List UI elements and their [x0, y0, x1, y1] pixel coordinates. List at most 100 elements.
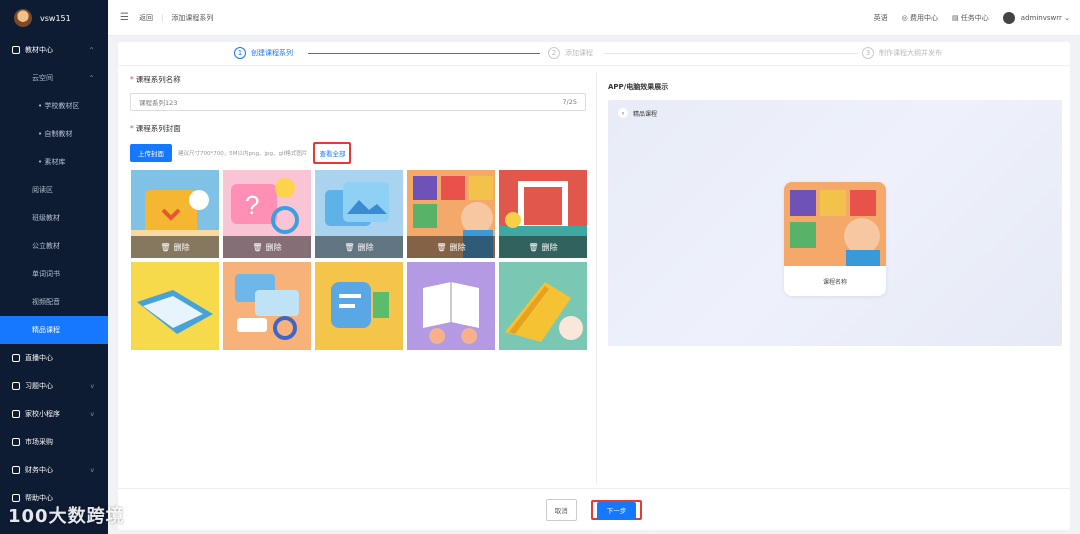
cover-option[interactable]: [315, 262, 403, 350]
step-1: 1 创建课程系列: [234, 47, 293, 59]
step-line: [308, 53, 540, 54]
delete-button[interactable]: 🗑 删除: [499, 236, 587, 258]
cart-icon: [12, 438, 20, 446]
next-button[interactable]: 下一步: [596, 501, 637, 520]
language-switch[interactable]: 英语: [874, 13, 888, 23]
series-name-input[interactable]: 课程系列123 7/25: [130, 93, 586, 111]
topbar: ☰ 返回 | 添加课程系列 英语 ◎ 费用中心 ▤ 任务中心 adminvswr…: [108, 0, 1080, 36]
fee-center-link[interactable]: ◎ 费用中心: [902, 13, 938, 23]
task-center-link[interactable]: ▤ 任务中心: [952, 13, 989, 23]
footer-actions: 取消 下一步: [118, 488, 1070, 530]
trash-icon: 🗑: [436, 242, 447, 252]
sidebar-item-dubbing[interactable]: 视频配音: [0, 288, 108, 316]
fee-icon: ◎: [901, 14, 910, 22]
main-panel: 1 创建课程系列 2 添加课程 3 制作课程大纲并发布 * 课程系列名称 课程系列123…: [118, 42, 1070, 530]
cancel-button[interactable]: 取消: [545, 498, 577, 521]
sidebar-item-public[interactable]: 公立教材: [0, 232, 108, 260]
preview-card-image: [784, 182, 886, 266]
sidebar-item-material[interactable]: • 素材库: [0, 148, 108, 176]
cover-image: [407, 262, 495, 350]
user-header[interactable]: vsw151: [0, 0, 108, 36]
preview-back: ‹ 精品课程: [618, 108, 657, 118]
chevron-down-icon: ⌄: [1064, 14, 1070, 22]
view-all-link[interactable]: 查看全部: [313, 142, 352, 164]
cover-option[interactable]: [407, 262, 495, 350]
preview-title: APP/电脑效果展示: [608, 83, 669, 91]
step-indicator: 1 创建课程系列 2 添加课程 3 制作课程大纲并发布: [118, 42, 1070, 66]
column-divider: [596, 72, 597, 484]
live-icon: [12, 354, 20, 362]
collapse-menu-icon[interactable]: ☰: [120, 12, 129, 23]
sidebar-item-market[interactable]: 市场采购: [0, 428, 108, 456]
chevron-down-icon: v: [90, 410, 94, 418]
sidebar-item-school[interactable]: • 学校教材区: [0, 92, 108, 120]
delete-button[interactable]: 🗑 删除: [131, 236, 219, 258]
task-icon: ▤: [951, 14, 961, 22]
next-highlight: 下一步: [590, 499, 643, 520]
cover-option[interactable]: ? 🗑 删除: [223, 170, 311, 258]
sidebar-item-premium[interactable]: 精品课程: [0, 316, 108, 344]
cover-option[interactable]: [223, 262, 311, 350]
step-line: [604, 53, 858, 54]
cover-label: * 课程系列封面: [130, 124, 181, 133]
chevron-down-icon: v: [90, 382, 94, 390]
name-label: * 课程系列名称: [130, 75, 181, 84]
sidebar-item-self[interactable]: • 自制教材: [0, 120, 108, 148]
breadcrumb-separator: |: [160, 13, 164, 22]
trash-icon: 🗑: [528, 242, 539, 252]
topbar-right: 英语 ◎ 费用中心 ▤ 任务中心 adminvswrr ⌄: [874, 0, 1070, 36]
exercise-icon: [12, 382, 20, 390]
sidebar-item-textbook-center[interactable]: 教材中心 ^: [0, 36, 108, 64]
sidebar-item-live[interactable]: 直播中心: [0, 344, 108, 372]
back-link[interactable]: 返回: [139, 13, 153, 23]
cover-option[interactable]: 🗑 删除: [131, 170, 219, 258]
phone-icon: [12, 410, 20, 418]
cover-image: [223, 262, 311, 350]
delete-button[interactable]: 🗑 删除: [315, 236, 403, 258]
chevron-up-icon: ^: [88, 74, 94, 82]
cover-option[interactable]: 🗑 删除: [499, 170, 587, 258]
form-section: * 课程系列名称 课程系列123 7/25 * 课程系列封面 上传封面 建议尺寸70…: [130, 74, 598, 350]
sidebar-item-class[interactable]: 班级教材: [0, 204, 108, 232]
preview-card-caption: 课程名称: [822, 278, 847, 286]
sidebar-item-finance[interactable]: 财务中心 v: [0, 456, 108, 484]
step-3: 3 制作课程大纲并发布: [862, 47, 942, 59]
chevron-up-icon: ^: [88, 46, 94, 54]
cover-option[interactable]: 🗑 删除: [407, 170, 495, 258]
cover-image: [315, 262, 403, 350]
sidebar-item-miniprogram[interactable]: 家校小程序 v: [0, 400, 108, 428]
step-2: 2 添加课程: [548, 47, 593, 59]
avatar: [14, 9, 32, 27]
delete-button[interactable]: 🗑 删除: [407, 236, 495, 258]
preview-card: 课程名称: [784, 182, 886, 296]
finance-icon: [12, 466, 20, 474]
upload-hint: 建议尺寸700*700，5M以内png、jpg、gif格式图片: [178, 151, 308, 157]
svg-text:?: ?: [245, 190, 259, 220]
sidebar-item-words[interactable]: 单词词书: [0, 260, 108, 288]
trash-icon: 🗑: [344, 242, 355, 252]
delete-button[interactable]: 🗑 删除: [223, 236, 311, 258]
username: vsw151: [40, 13, 71, 23]
sidebar-item-reading[interactable]: 阅读区: [0, 176, 108, 204]
sidebar-item-cloud[interactable]: 云空间 ^: [0, 64, 108, 92]
watermark: 100大数跨境: [8, 506, 125, 527]
upload-row: 上传封面 建议尺寸700*700，5M以内png、jpg、gif格式图片 查看全…: [130, 142, 598, 164]
chevron-down-icon: v: [90, 466, 94, 474]
char-count: 7/25: [562, 98, 577, 106]
preview-area: ‹ 精品课程 课程名称: [608, 100, 1062, 346]
upload-cover-button[interactable]: 上传封面: [130, 144, 172, 162]
help-icon: [12, 494, 20, 502]
preview-section: APP/电脑效果展示 ‹ 精品课程 课程名称: [608, 82, 1064, 346]
chevron-left-icon: ‹: [618, 108, 628, 118]
cover-option[interactable]: [499, 262, 587, 350]
sidebar-item-exercise[interactable]: 习题中心 v: [0, 372, 108, 400]
trash-icon: 🗑: [160, 242, 171, 252]
cover-image: [131, 262, 219, 350]
admin-menu[interactable]: adminvswrr ⌄: [1002, 12, 1070, 24]
cover-option[interactable]: 🗑 删除: [315, 170, 403, 258]
trash-icon: 🗑: [252, 242, 263, 252]
cover-image: [499, 262, 587, 350]
cover-option[interactable]: [131, 262, 219, 350]
admin-avatar: [1002, 12, 1015, 24]
book-icon: [12, 46, 20, 54]
